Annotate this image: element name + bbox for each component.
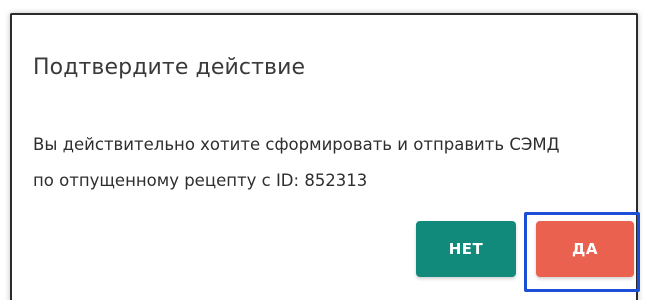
screen: Подтвердите действие Вы действительно хо…	[0, 0, 655, 300]
no-button[interactable]: НЕТ	[416, 221, 516, 277]
dialog-title: Подтвердите действие	[33, 55, 306, 80]
yes-button[interactable]: ДА	[536, 221, 634, 277]
dialog-message: Вы действительно хотите сформировать и о…	[33, 127, 633, 199]
dialog-message-line-1: Вы действительно хотите сформировать и о…	[33, 135, 560, 154]
dialog-message-line-2: по отпущенному рецепту с ID: 852313	[33, 171, 368, 190]
